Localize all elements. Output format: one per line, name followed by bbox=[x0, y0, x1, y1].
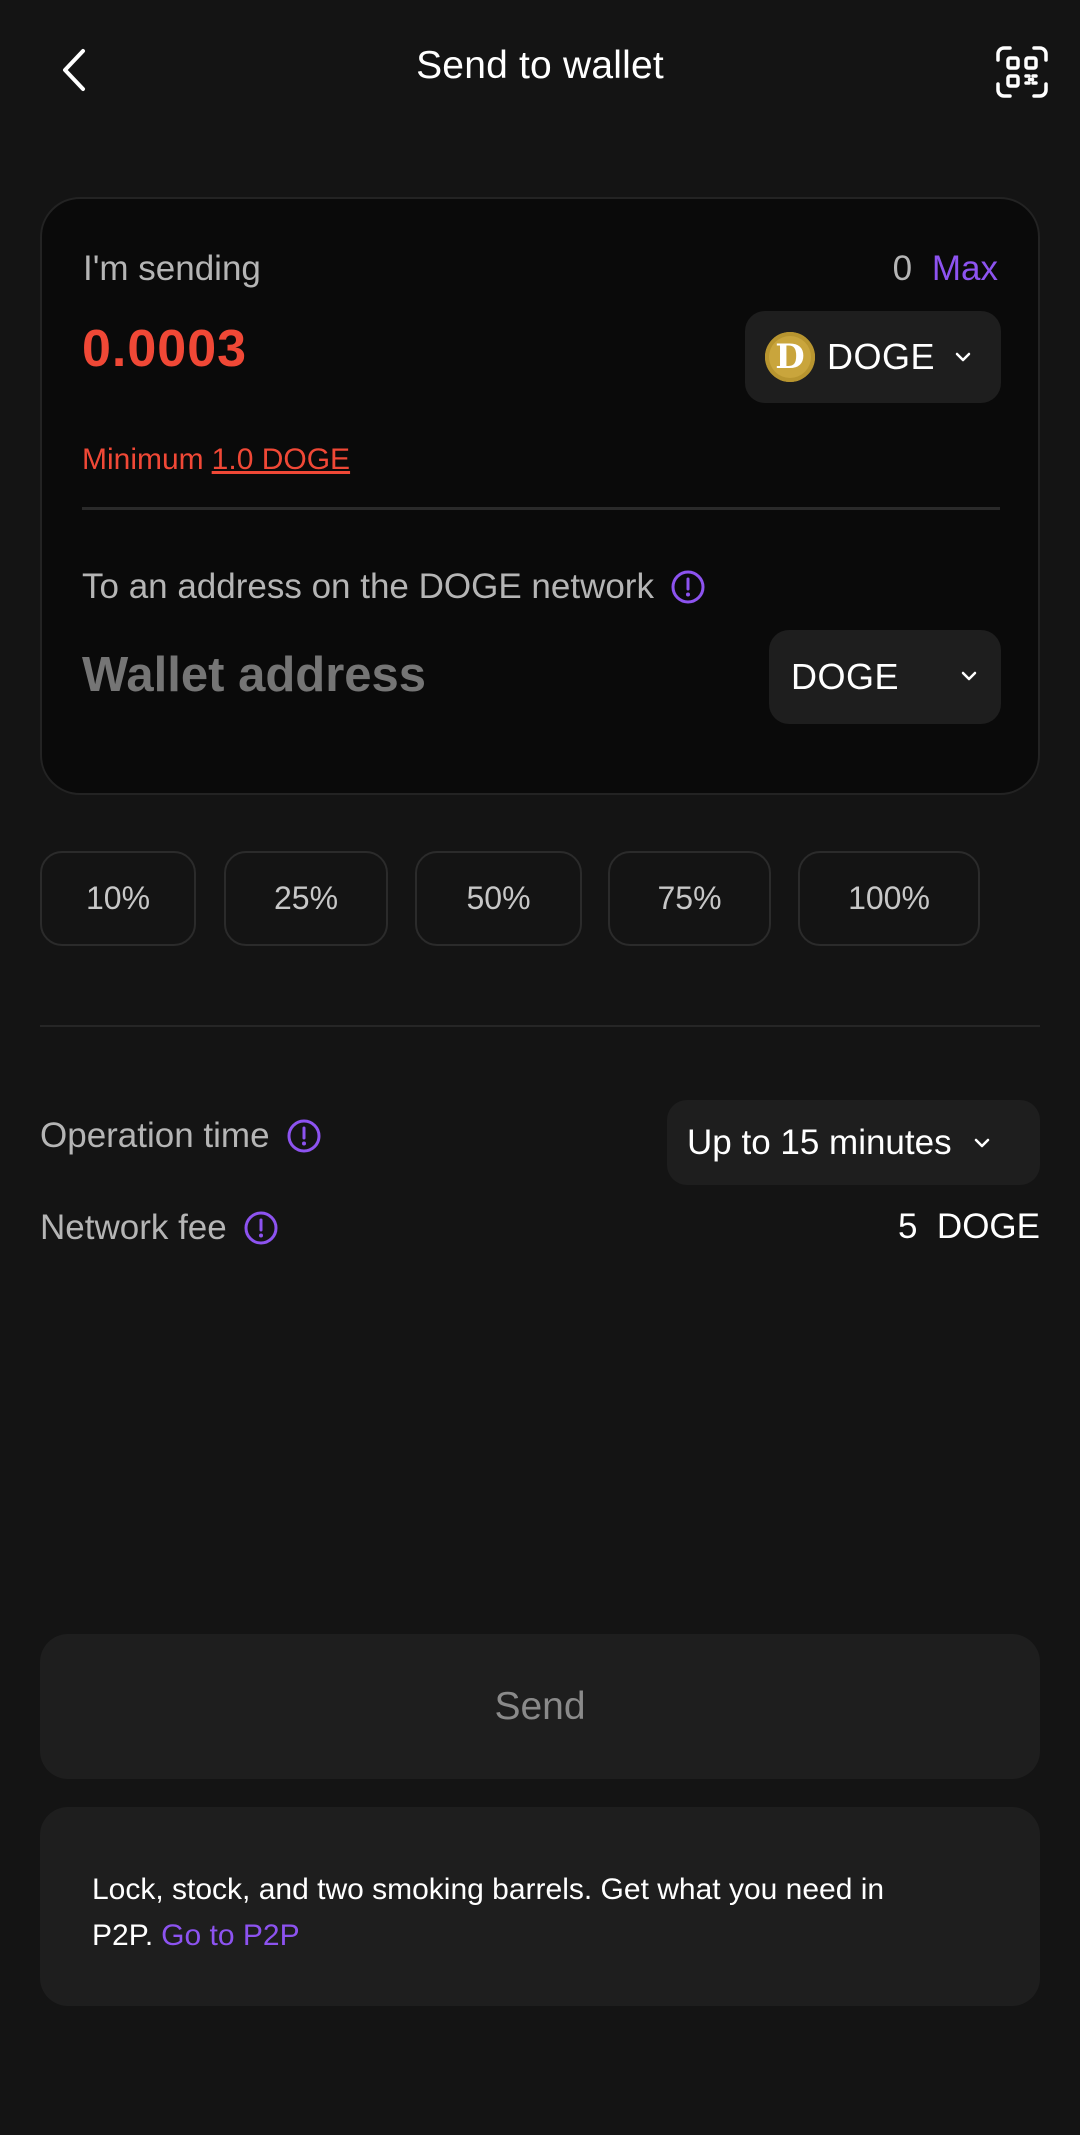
network-label-text: To an address on the DOGE network bbox=[82, 567, 654, 606]
network-fee-label: Network fee bbox=[40, 1208, 279, 1248]
page-title: Send to wallet bbox=[416, 44, 664, 87]
operation-time-value: Up to 15 minutes bbox=[687, 1122, 952, 1162]
card-divider bbox=[82, 507, 1000, 510]
minimum-value-link[interactable]: 1.0 DOGE bbox=[212, 443, 350, 476]
chevron-down-icon bbox=[974, 1138, 990, 1148]
max-button[interactable]: Max bbox=[932, 249, 998, 288]
sending-label: I'm sending bbox=[83, 249, 261, 288]
chevron-down-icon bbox=[961, 668, 977, 686]
operation-time-label: Operation time bbox=[40, 1116, 322, 1156]
coin-selector-label: DOGE bbox=[827, 336, 936, 377]
balance-value: 0 bbox=[892, 249, 913, 288]
percent-chip-10[interactable]: 10% bbox=[40, 851, 196, 946]
network-label: To an address on the DOGE network bbox=[82, 567, 706, 607]
amount-input[interactable]: 0.0003 bbox=[82, 319, 247, 379]
go-to-p2p-link[interactable]: Go to P2P bbox=[161, 1919, 299, 1952]
chevron-down-icon bbox=[955, 352, 971, 362]
network-fee-value: 5 DOGE bbox=[898, 1207, 1040, 1246]
minimum-amount-row: Minimum 1.0 DOGE bbox=[82, 443, 350, 477]
info-icon[interactable] bbox=[243, 1210, 279, 1246]
info-icon[interactable] bbox=[286, 1118, 322, 1154]
p2p-promo-banner: Lock, stock, and two smoking barrels. Ge… bbox=[40, 1807, 1040, 2006]
percent-chip-75[interactable]: 75% bbox=[608, 851, 771, 946]
qr-scan-icon bbox=[996, 46, 1048, 98]
coin-selector[interactable]: D DOGE bbox=[745, 311, 1001, 403]
operation-time-selector[interactable]: Up to 15 minutes bbox=[667, 1100, 1040, 1185]
minimum-label: Minimum bbox=[82, 443, 204, 476]
qr-scan-button[interactable] bbox=[990, 40, 1054, 104]
network-selector[interactable]: DOGE bbox=[769, 630, 1001, 724]
percent-chip-50[interactable]: 50% bbox=[415, 851, 582, 946]
network-fee-label-text: Network fee bbox=[40, 1208, 227, 1247]
send-card: I'm sending 0 Max 0.0003 D DOGE Minimum 1… bbox=[40, 197, 1040, 795]
section-divider bbox=[40, 1025, 1040, 1027]
header: Send to wallet bbox=[0, 0, 1080, 145]
percent-chip-100[interactable]: 100% bbox=[798, 851, 980, 946]
info-icon[interactable] bbox=[670, 569, 706, 605]
network-selector-label: DOGE bbox=[791, 656, 900, 697]
percent-chip-25[interactable]: 25% bbox=[224, 851, 388, 946]
send-button[interactable]: Send bbox=[40, 1634, 1040, 1779]
operation-time-label-text: Operation time bbox=[40, 1116, 270, 1155]
balance-row: 0 Max bbox=[893, 249, 998, 289]
wallet-address-input[interactable] bbox=[82, 647, 702, 703]
doge-coin-icon: D bbox=[765, 332, 815, 382]
